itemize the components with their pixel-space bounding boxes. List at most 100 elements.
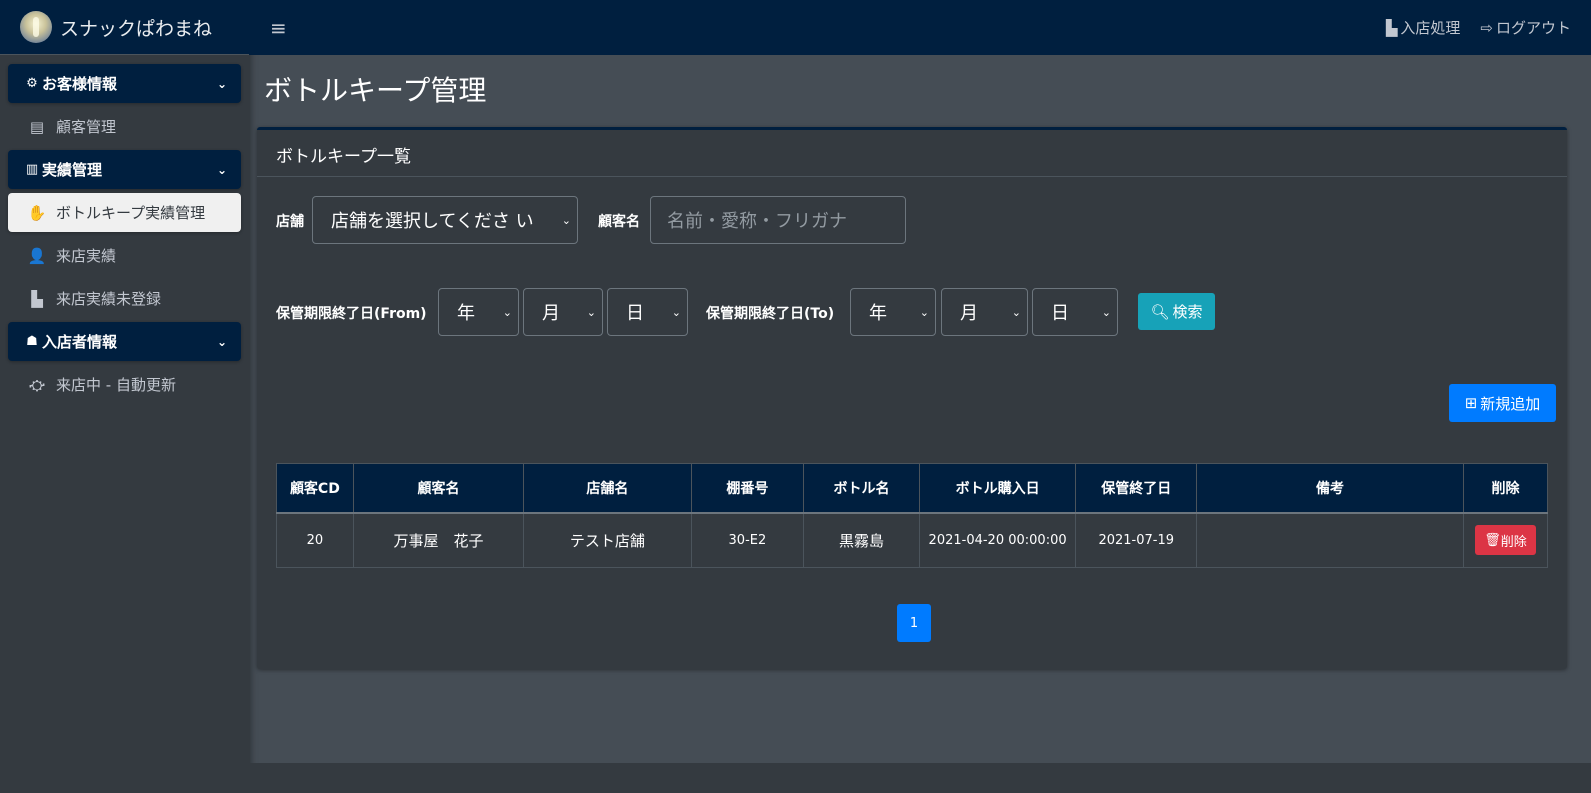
sidebar-item-visit-records[interactable]: 👤 来店実績 — [8, 236, 241, 275]
sidebar-section-customer-info[interactable]: ⚙ お客様情報 ⌄ — [8, 64, 241, 103]
top-navbar: ≡ ▙ 入店処理 ⇨ ログアウト — [249, 0, 1591, 55]
add-new-button[interactable]: ⊞ 新規追加 — [1449, 384, 1556, 422]
cell-bottle-name: 黒霧島 — [803, 512, 920, 568]
bar-chart-icon: ▥ — [25, 162, 39, 177]
cell-note — [1196, 512, 1465, 568]
to-year-select[interactable]: 年 ⌄ — [850, 288, 936, 336]
brand-logo — [20, 11, 52, 43]
cell-purchase-date: 2021-04-20 00:00:00 — [918, 512, 1077, 568]
binoculars-icon: ⛮ — [29, 375, 45, 394]
sidebar-item-label: ボトルキープ実績管理 — [56, 204, 206, 222]
chevron-down-icon: ⌄ — [671, 305, 681, 319]
user-clock-icon: 👤 — [27, 246, 47, 265]
cell-customer-name: 万事屋 花子 — [352, 512, 525, 568]
bottle-keep-card: ボトルキープ一覧 店舗 店舗を選択してくださ い ⌄ 顧客名 名前・愛称・フリガ… — [257, 127, 1567, 669]
cell-store-name: テスト店舗 — [523, 512, 692, 568]
content-wrapper: ボトルキープ管理 ボトルキープ一覧 店舗 店舗を選択してくださ い ⌄ 顧客名 … — [249, 55, 1591, 763]
cell-delete: 🗑︎ 削除 — [1463, 512, 1548, 568]
logout-link[interactable]: ⇨ ログアウト — [1480, 17, 1571, 38]
from-month-value: 月 — [542, 303, 560, 324]
column-header: ボトル購入日 — [918, 463, 1077, 514]
brand-name: スナックぱわまね — [60, 17, 213, 40]
table-row[interactable]: 20 万事屋 花子 テスト店舗 30-E2 黒霧島 2021-04-20 00:… — [276, 512, 1548, 568]
sidebar-section-performance[interactable]: ▥ 実績管理 ⌄ — [8, 150, 241, 189]
chevron-down-icon: ⌄ — [216, 334, 227, 349]
menu-toggle-icon[interactable]: ≡ — [270, 16, 290, 40]
sidebar-item-label: 来店中 - 自動更新 — [56, 376, 176, 394]
customer-name-placeholder: 名前・愛称・フリガナ — [667, 211, 847, 232]
hand-paper-icon: ✋ — [27, 203, 47, 222]
chevron-down-icon: ⌄ — [586, 305, 596, 319]
plus-square-icon: ⊞ — [1464, 394, 1478, 412]
sidebar-item-unregistered-visits[interactable]: ▙ 来店実績未登録 — [8, 279, 241, 318]
to-month-value: 月 — [960, 303, 978, 324]
sign-out-icon: ⇨ — [1480, 18, 1493, 37]
column-header: 備考 — [1196, 463, 1465, 514]
delete-button[interactable]: 🗑︎ 削除 — [1475, 525, 1536, 556]
delete-button-label: 削除 — [1500, 534, 1527, 550]
sidebar: スナックぱわまね ⚙ お客様情報 ⌄ ▤ 顧客管理 ▥ 実績管理 ⌄ ✋ ボトル… — [0, 0, 249, 793]
sidebar-section-label: お客様情報 — [42, 75, 118, 93]
footer — [249, 763, 1591, 793]
from-month-select[interactable]: 月 ⌄ — [523, 288, 603, 336]
search-button[interactable]: 🔍︎ 検索 — [1138, 293, 1215, 330]
to-month-select[interactable]: 月 ⌄ — [941, 288, 1028, 336]
search-button-label: 検索 — [1172, 303, 1203, 321]
brand-link[interactable]: スナックぱわまね — [0, 0, 249, 55]
store-select-value: 店舗を選択してくださ い — [331, 211, 534, 232]
sidebar-nav: ⚙ お客様情報 ⌄ ▤ 顧客管理 ▥ 実績管理 ⌄ ✋ ボトルキープ実績管理 👤… — [0, 55, 249, 404]
chevron-down-icon: ⌄ — [561, 213, 571, 227]
to-day-select[interactable]: 日 ⌄ — [1032, 288, 1118, 336]
date-from-label: 保管期限終了日(From) — [276, 306, 427, 322]
column-header: 棚番号 — [690, 463, 805, 514]
to-year-value: 年 — [869, 303, 887, 324]
chevron-down-icon: ⌄ — [216, 76, 227, 91]
to-day-value: 日 — [1051, 303, 1069, 324]
column-header: 顧客CD — [276, 463, 354, 514]
column-header: 保管終了日 — [1075, 463, 1198, 514]
customer-name-input[interactable]: 名前・愛称・フリガナ — [650, 196, 906, 244]
cell-end-date: 2021-07-19 — [1075, 512, 1198, 568]
sidebar-item-visiting-now[interactable]: ⛮ 来店中 - 自動更新 — [8, 365, 241, 404]
store-label: 店舗 — [276, 214, 304, 230]
chevron-down-icon: ⌄ — [919, 305, 929, 319]
sidebar-section-visitors[interactable]: ☗ 入店者情報 ⌄ — [8, 322, 241, 361]
from-year-value: 年 — [457, 303, 475, 324]
column-header: 顧客名 — [352, 463, 525, 514]
sidebar-item-customer-management[interactable]: ▤ 顧客管理 — [8, 107, 241, 146]
column-header: 店舗名 — [523, 463, 692, 514]
from-day-select[interactable]: 日 ⌄ — [607, 288, 688, 336]
from-day-value: 日 — [626, 303, 644, 324]
users-icon: ☗ — [26, 334, 38, 349]
column-header: ボトル名 — [803, 463, 920, 514]
gear-icon: ⚙ — [26, 76, 38, 91]
date-to-label: 保管期限終了日(To) — [706, 306, 835, 322]
sidebar-item-label: 顧客管理 — [56, 118, 117, 136]
customer-name-label: 顧客名 — [598, 214, 640, 230]
sidebar-item-label: 来店実績 — [56, 247, 117, 265]
store-select[interactable]: 店舗を選択してくださ い ⌄ — [312, 196, 578, 244]
from-year-select[interactable]: 年 ⌄ — [438, 288, 519, 336]
sidebar-section-label: 実績管理 — [42, 161, 103, 179]
chevron-down-icon: ⌄ — [1011, 305, 1021, 319]
chevron-down-icon: ⌄ — [1101, 305, 1111, 319]
cell-shelf-number: 30-E2 — [690, 512, 805, 568]
checkin-label: 入店処理 — [1400, 19, 1461, 37]
sidebar-item-label: 来店実績未登録 — [56, 290, 162, 308]
bottle-keep-table: 顧客CD 顧客名 店舗名 棚番号 ボトル名 ボトル購入日 保管終了日 備考 削除… — [276, 463, 1548, 568]
table-header-row: 顧客CD 顧客名 店舗名 棚番号 ボトル名 ボトル購入日 保管終了日 備考 削除 — [276, 463, 1548, 514]
sidebar-section-label: 入店者情報 — [42, 333, 118, 351]
page-title: ボトルキープ管理 — [264, 74, 487, 107]
id-card-icon: ▤ — [29, 117, 45, 136]
sidebar-item-bottle-keep[interactable]: ✋ ボトルキープ実績管理 — [8, 193, 241, 232]
column-header: 削除 — [1463, 463, 1548, 514]
door-open-icon: ▙ — [1385, 18, 1398, 37]
cell-customer-cd: 20 — [276, 512, 354, 568]
trash-icon: 🗑︎ — [1484, 532, 1501, 548]
pagination-page-1[interactable]: 1 — [897, 604, 931, 642]
chevron-down-icon: ⌄ — [216, 162, 227, 177]
door-open-icon: ▙ — [31, 289, 43, 308]
search-icon: 🔍︎ — [1150, 302, 1170, 321]
checkin-link[interactable]: ▙ 入店処理 — [1386, 17, 1461, 38]
card-title: ボトルキープ一覧 — [257, 130, 1567, 177]
